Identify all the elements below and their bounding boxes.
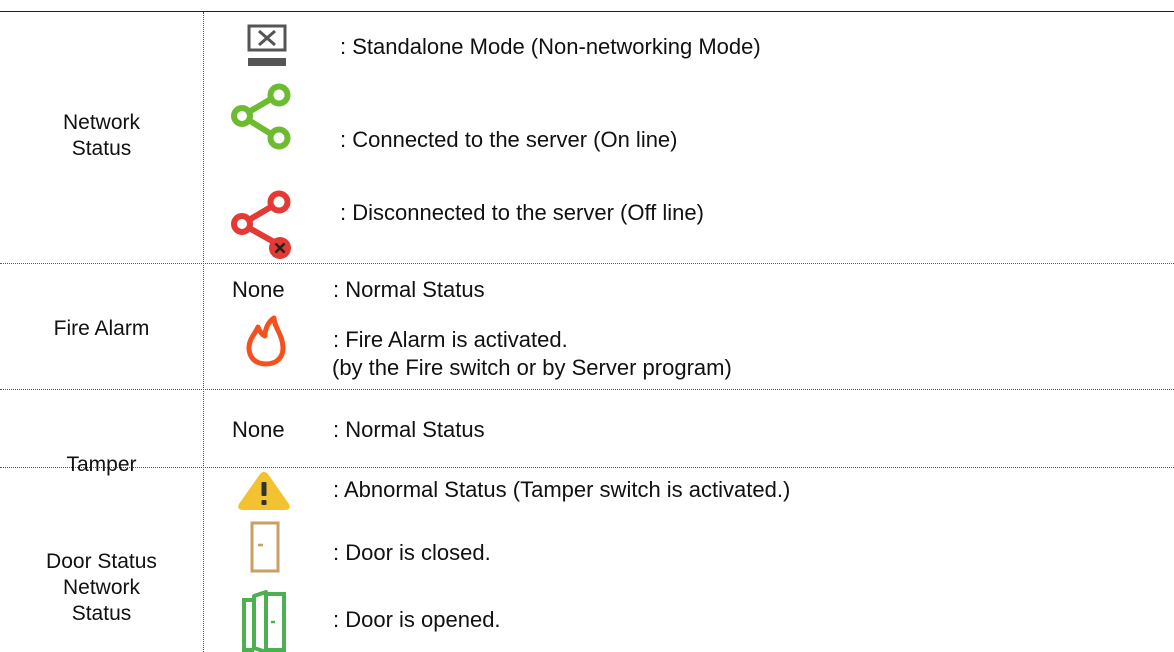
standalone-monitor-icon (247, 24, 287, 66)
column-divider (203, 12, 204, 652)
share-offline-icon (231, 190, 291, 259)
fire-normal-status-text: : Normal Status (333, 277, 485, 302)
status-legend-table: Network Status : Standalone Mode (Non-ne… (0, 0, 1174, 652)
fire-activated-text: : Fire Alarm is activated. (333, 327, 568, 352)
fire-icon (246, 315, 286, 367)
row-divider (0, 263, 1174, 264)
connected-text: : Connected to the server (On line) (340, 127, 678, 152)
row-divider (0, 389, 1174, 390)
tamper-label: Tamper (66, 453, 137, 476)
fire-alarm-label: Fire Alarm (53, 317, 150, 340)
door-status-label: Door Status Network Status (46, 550, 157, 625)
fire-activated-detail-text: (by the Fire switch or by Server program… (332, 355, 732, 380)
warning-icon (238, 472, 290, 510)
network-status-label: Network Status (62, 111, 141, 160)
door-opened-icon (242, 590, 286, 652)
tamper-abnormal-status-text: : Abnormal Status (Tamper switch is acti… (333, 477, 791, 502)
disconnected-text: : Disconnected to the server (Off line) (340, 200, 704, 225)
none-label: None (232, 277, 285, 302)
door-closed-text: : Door is closed. (333, 540, 491, 565)
table-top-border (0, 11, 1174, 12)
none-label: None (232, 417, 285, 442)
share-online-icon (231, 83, 291, 150)
tamper-normal-status-text: : Normal Status (333, 417, 485, 442)
door-opened-text: : Door is opened. (333, 607, 501, 632)
door-closed-icon (250, 521, 280, 573)
standalone-mode-text: : Standalone Mode (Non-networking Mode) (340, 34, 761, 59)
